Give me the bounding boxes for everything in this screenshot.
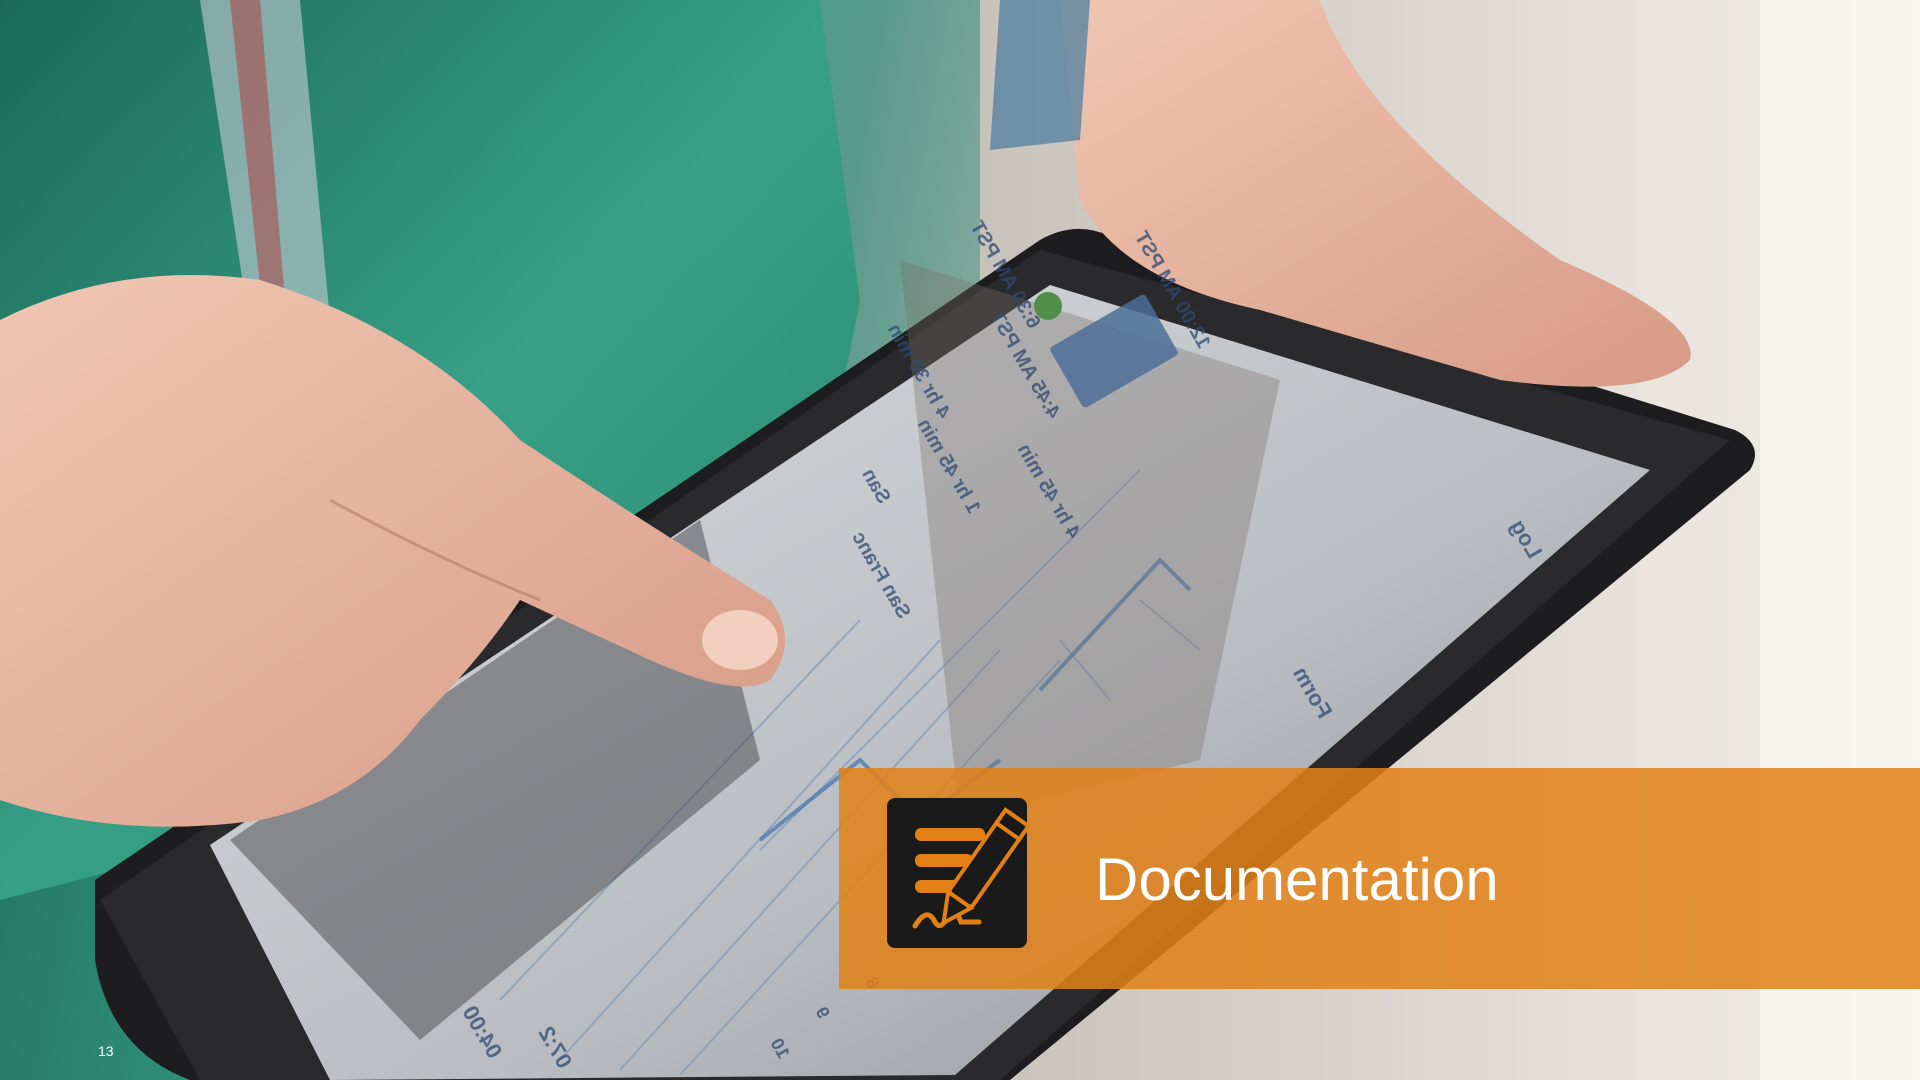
- section-title-banner: Documentation: [839, 768, 1920, 989]
- slide-page-number: 13: [98, 1043, 114, 1059]
- document-signature-icon: [887, 798, 1032, 948]
- presentation-slide: 6:30 AM PST 4 hr 30 min San 4:45 AM PST 1 hr…: [0, 0, 1920, 1080]
- slide-title: Documentation: [1095, 846, 1499, 913]
